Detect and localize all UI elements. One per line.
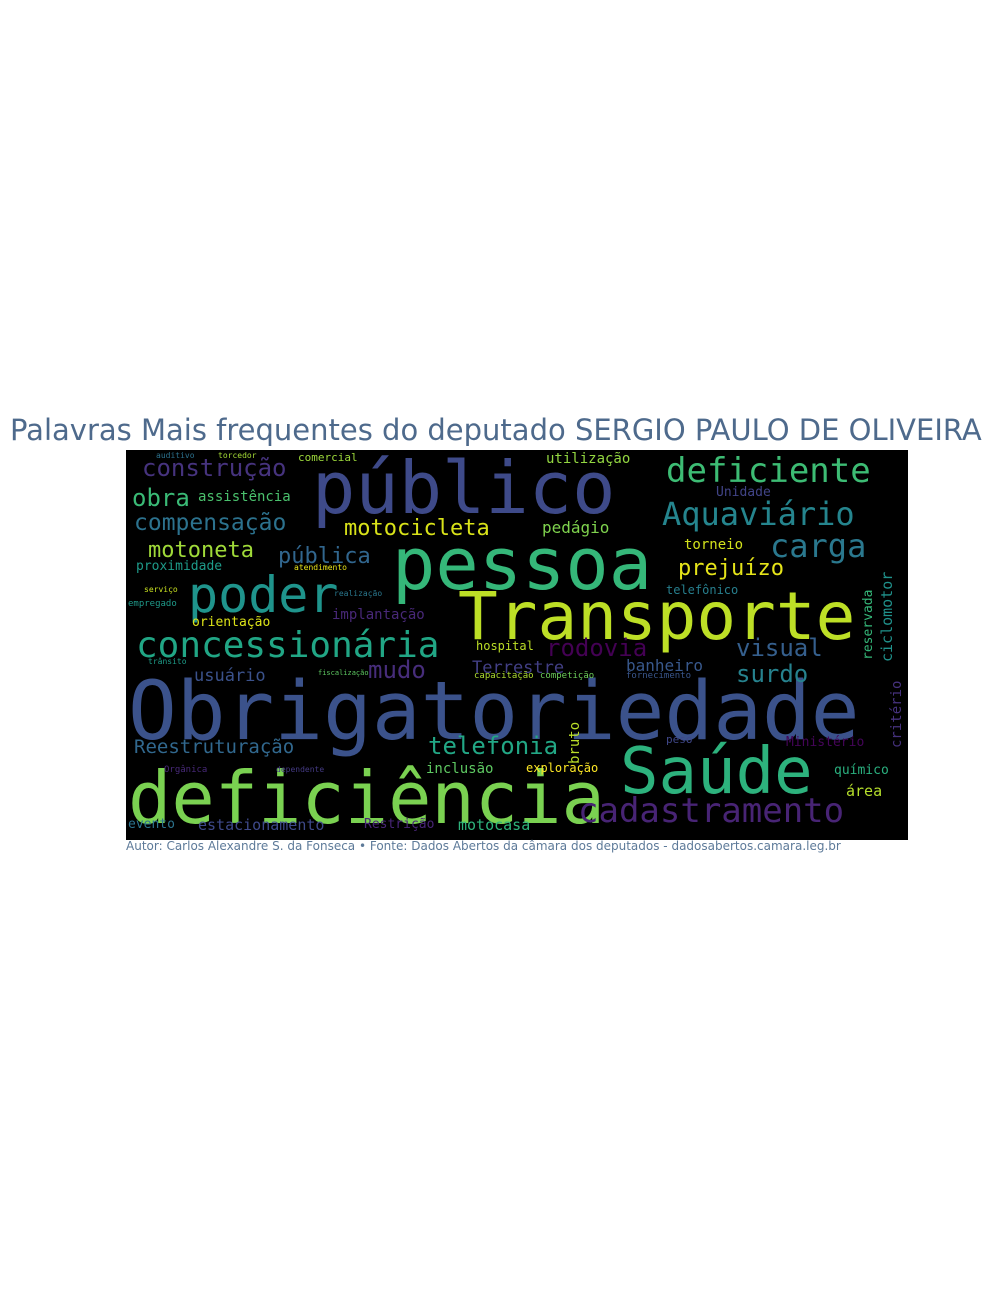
cloud-word: proximidade xyxy=(136,559,223,574)
cloud-word: usuário xyxy=(194,666,266,686)
cloud-word: visual xyxy=(736,634,823,662)
cloud-word: motocasa xyxy=(458,816,531,834)
cloud-word: atendimento xyxy=(294,563,347,572)
cloud-word: Reestruturação xyxy=(134,736,295,758)
cloud-word: inclusão xyxy=(426,761,494,777)
cloud-word: serviço xyxy=(144,585,178,594)
source-caption: Autor: Carlos Alexandre S. da Fonseca • … xyxy=(126,839,841,853)
cloud-word: fiscalização xyxy=(318,669,369,677)
cloud-word: Orgânica xyxy=(164,765,208,775)
cloud-word: capacitação xyxy=(474,671,534,681)
cloud-word: motocicleta xyxy=(344,516,490,541)
cloud-word: torneio xyxy=(684,537,744,553)
cloud-word: químico xyxy=(834,763,889,778)
cloud-word: mudo xyxy=(368,656,426,684)
cloud-word: deficiente xyxy=(666,451,871,491)
cloud-word: utilização xyxy=(546,451,631,467)
cloud-word: carga xyxy=(770,527,867,565)
cloud-word: comercial xyxy=(298,451,358,464)
cloud-word: pedágio xyxy=(542,518,610,537)
word-cloud: Obrigatoriedade deficiência Transporte p… xyxy=(126,450,908,840)
cloud-word: prejuízo xyxy=(678,556,784,581)
cloud-word: auditivo xyxy=(156,451,195,460)
cloud-word: Aquaviário xyxy=(662,495,855,533)
cloud-word: trânsito xyxy=(148,657,187,666)
cloud-word: orientação xyxy=(192,615,271,630)
cloud-word: compensação xyxy=(134,510,287,536)
cloud-word: Ministério xyxy=(786,735,865,750)
cloud-word: obra xyxy=(132,484,190,512)
cloud-word: dependente xyxy=(276,765,325,774)
cloud-word: reservada xyxy=(861,589,876,660)
cloud-word: telefônico xyxy=(666,583,739,597)
cloud-word: empregado xyxy=(128,599,177,609)
cloud-word: telefonia xyxy=(428,732,559,760)
cloud-word: estacionamento xyxy=(198,816,325,834)
cloud-word: área xyxy=(846,782,883,800)
cloud-word: competição xyxy=(540,671,595,681)
cloud-word: torcedor xyxy=(218,451,257,460)
cloud-word: fornecimento xyxy=(626,671,692,681)
cloud-word: poder xyxy=(188,566,339,624)
cloud-word: ciclomotor xyxy=(878,571,896,662)
cloud-word: realização xyxy=(334,589,383,598)
cloud-word: bruto xyxy=(567,721,583,764)
cloud-word: evento xyxy=(128,817,175,832)
cloud-word: Unidade xyxy=(716,485,771,500)
cloud-word: Restrição xyxy=(364,817,435,832)
cloud-word: critério xyxy=(889,680,905,748)
cloud-word: surdo xyxy=(736,660,809,688)
cloud-word: exploração xyxy=(526,761,599,775)
cloud-word: implantação xyxy=(332,607,425,623)
cloud-word: hospital xyxy=(476,639,534,653)
cloud-word: assistência xyxy=(198,489,291,505)
cloud-word: peso xyxy=(666,733,693,746)
page-title: Palavras Mais frequentes do deputado SER… xyxy=(10,413,982,447)
cloud-word: cadastramento xyxy=(578,791,845,831)
